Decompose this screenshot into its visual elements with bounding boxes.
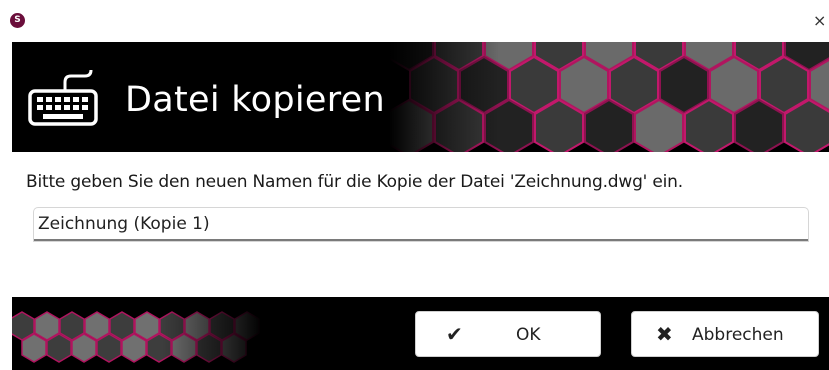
title-bar: S × [0, 0, 829, 42]
app-logo-icon: S [10, 13, 25, 28]
checkmark-icon: ✔ [446, 322, 463, 346]
dialog-title: Datei kopieren [125, 80, 385, 120]
dialog-header-banner: Datei kopieren [12, 42, 829, 152]
prompt-text: Bitte geben Sie den neuen Namen für die … [26, 172, 683, 192]
footer-hexagon-pattern [12, 297, 262, 370]
filename-input[interactable] [34, 208, 808, 241]
close-icon[interactable]: × [813, 12, 829, 30]
ok-button-label: OK [516, 325, 541, 345]
cancel-button[interactable]: ✖ Abbrechen [631, 311, 819, 357]
dialog-footer: ✔ OK ✖ Abbrechen [12, 297, 829, 370]
ok-button[interactable]: ✔ OK [415, 311, 601, 357]
keyboard-icon [28, 70, 98, 126]
hexagon-pattern [389, 42, 829, 152]
close-x-icon: ✖ [656, 322, 673, 346]
cancel-button-label: Abbrechen [692, 325, 784, 345]
